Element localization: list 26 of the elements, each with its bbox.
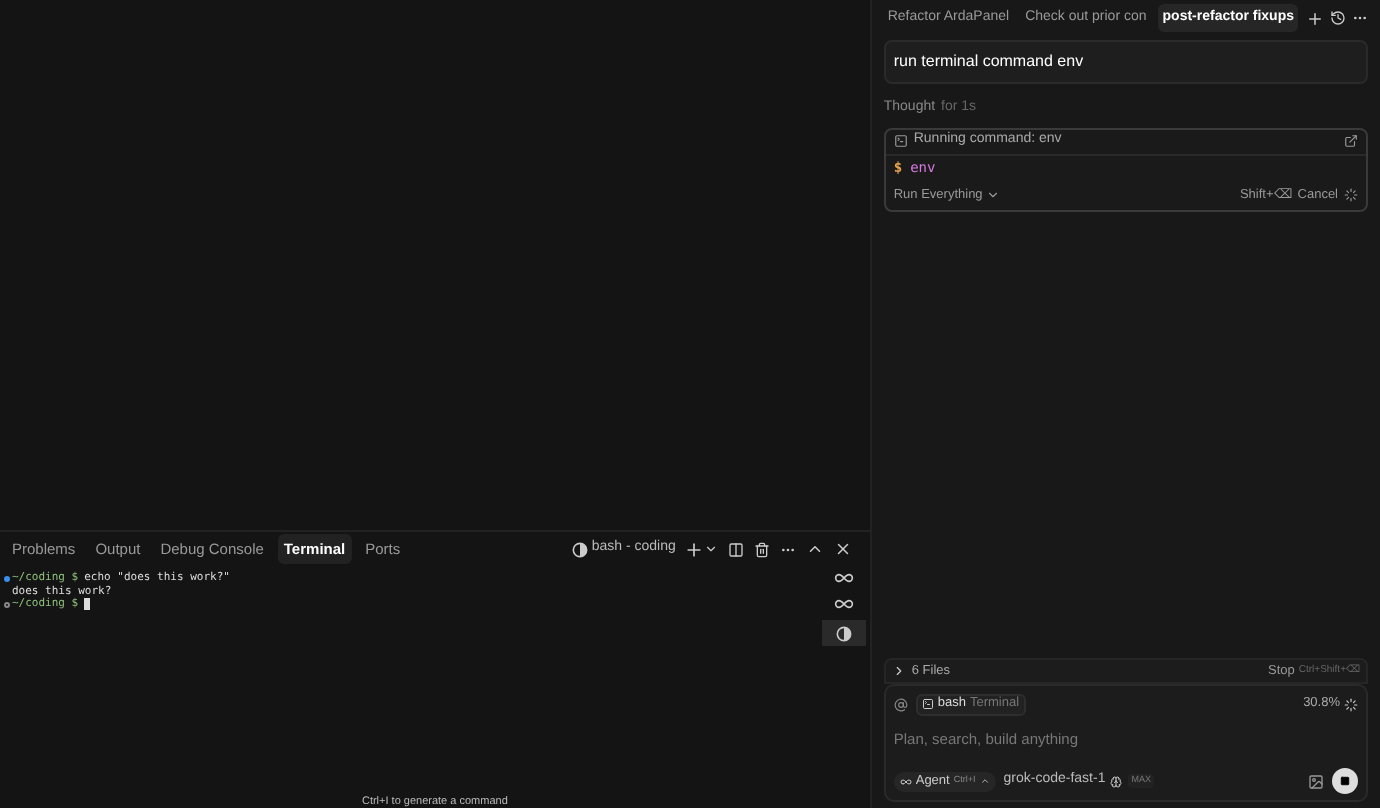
infinity-icon[interactable] — [834, 568, 855, 588]
terminal-icon — [921, 698, 934, 710]
new-terminal-icon[interactable] — [683, 539, 704, 559]
trash-icon[interactable] — [753, 541, 770, 557]
cursor-icon — [84, 598, 91, 611]
open-icon[interactable] — [1344, 134, 1358, 148]
shell-tab[interactable] — [822, 620, 867, 646]
close-icon[interactable] — [833, 540, 852, 558]
maximize-icon[interactable] — [805, 540, 824, 558]
infinity-icon[interactable] — [834, 594, 855, 614]
expand-icon[interactable] — [891, 664, 906, 678]
stop-icon — [1340, 776, 1350, 786]
history-icon[interactable] — [1330, 10, 1346, 26]
new-chat-icon[interactable] — [1306, 9, 1324, 27]
split-icon[interactable] — [727, 541, 744, 557]
spinner-icon — [1344, 188, 1358, 202]
mention-icon[interactable] — [893, 697, 908, 711]
user-message: run terminal command env — [883, 40, 1368, 84]
chevron-icon — [986, 188, 1001, 202]
chevron-icon — [979, 776, 990, 786]
infinity-icon — [899, 775, 912, 787]
image-icon[interactable] — [1308, 773, 1324, 789]
stop-generation-button[interactable] — [1332, 768, 1358, 794]
dropdown-icon[interactable] — [703, 542, 718, 556]
terminal-icon — [893, 134, 908, 148]
brain-icon — [1109, 775, 1122, 787]
